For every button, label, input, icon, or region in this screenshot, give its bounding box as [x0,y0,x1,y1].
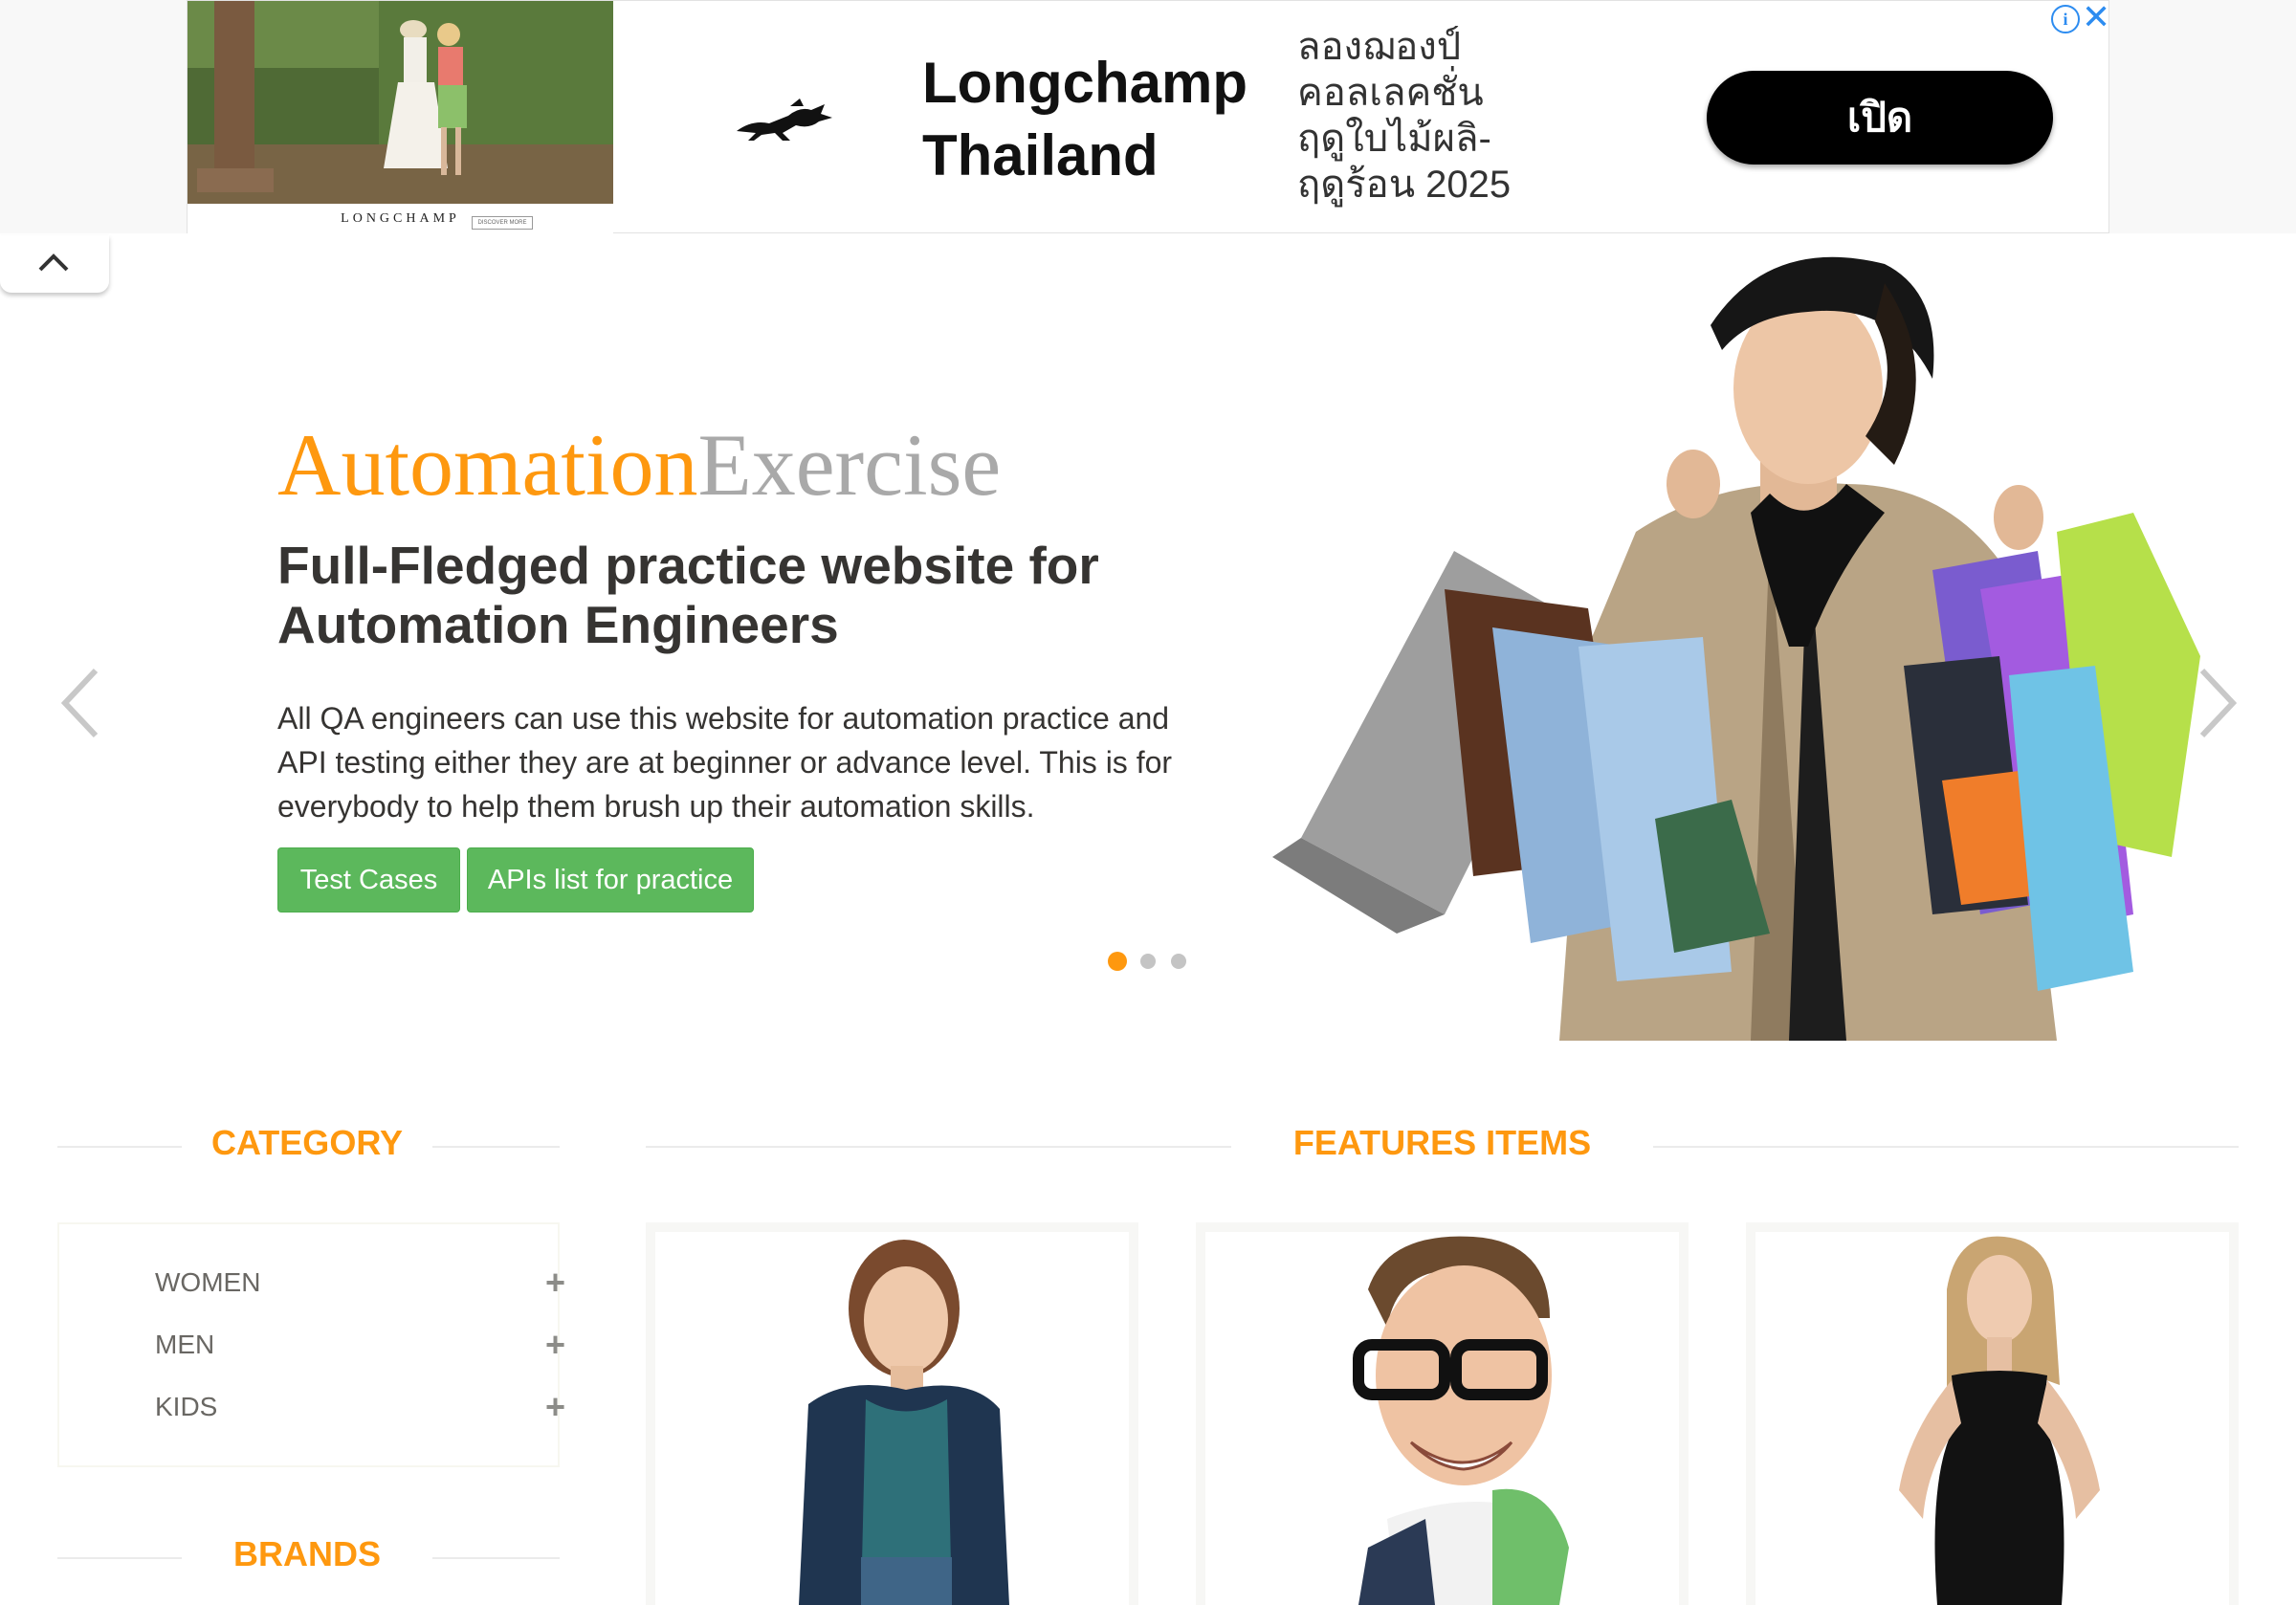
title-divider [57,1557,182,1559]
chevron-up-icon [38,253,69,272]
category-item-women[interactable]: WOMEN + [155,1259,576,1307]
product-image [655,1232,1129,1605]
category-item-men[interactable]: MEN + [155,1321,576,1369]
title-divider [646,1146,1231,1148]
slider-heading: Full-Fledged practice website for Automa… [277,536,1099,654]
ad-copy-line: ลองฌองป์ [1297,26,1462,68]
slider-next-button[interactable] [2197,665,2241,746]
category-label: KIDS [155,1392,218,1421]
ad-collapse-button[interactable] [0,235,109,293]
close-icon[interactable]: ✕ [2082,0,2110,34]
horse-rider-icon [733,97,838,147]
brands-title: BRANDS [232,1534,381,1573]
title-divider [57,1146,182,1148]
title-divider [1653,1146,2239,1148]
category-item-kids[interactable]: KIDS + [155,1383,576,1431]
apis-list-button[interactable]: APIs list for practice [467,847,754,912]
ad-photo-discover: DISCOVER MORE [472,216,533,230]
category-title: CATEGORY [210,1123,403,1162]
category-label: MEN [155,1330,215,1359]
ad-photo[interactable]: LONGCHAMP DISCOVER MORE [188,1,613,234]
category-label: WOMEN [155,1267,261,1297]
slider-indicator-3[interactable] [1171,954,1186,969]
test-cases-button[interactable]: Test Cases [277,847,460,912]
slider-description: All QA engineers can use this website fo… [277,701,1173,824]
ad-copy-line: คอลเลคชั่น [1297,72,1484,114]
chevron-left-icon [60,668,99,738]
ad-photo-wordmark: LONGCHAMP [341,211,460,226]
product-card[interactable] [646,1222,1138,1605]
site-title: AutomationExercise [277,417,1001,513]
site-title-automation: Automation [277,416,698,514]
chevron-right-icon [2199,668,2238,738]
ad-frame[interactable]: LONGCHAMP DISCOVER MORE Longchamp Thaila… [187,0,2110,234]
title-divider [432,1146,560,1148]
product-image [1755,1232,2229,1605]
plus-icon[interactable]: + [545,1321,565,1369]
ad-banner: LONGCHAMP DISCOVER MORE Longchamp Thaila… [0,0,2296,234]
ad-brand-name[interactable]: Longchamp Thailand [922,47,1247,192]
ad-copy-line: ฤดูใบไม้ผลิ- [1297,118,1491,160]
slider-prev-button[interactable] [57,665,101,746]
hero-image [1272,245,2200,1045]
plus-icon[interactable]: + [545,1259,565,1307]
ad-brand-line: Longchamp [922,51,1247,115]
slider-indicator-2[interactable] [1140,954,1156,969]
ad-copy: ลองฌองป์ คอลเลคชั่น ฤดูใบไม้ผลิ- ฤดูร้อน… [1297,24,1546,208]
product-card[interactable] [1746,1222,2239,1605]
info-icon[interactable]: i [2051,5,2080,33]
product-card[interactable] [1196,1222,1689,1605]
site-title-exercise: Exercise [697,416,1002,514]
plus-icon[interactable]: + [545,1383,565,1431]
ad-brand-line: Thailand [922,123,1159,187]
ad-open-button[interactable]: เปิด [1707,71,2053,165]
category-panel: WOMEN + MEN + KIDS + [57,1222,565,1467]
slider-indicator-1[interactable] [1108,952,1127,971]
title-divider [432,1557,560,1559]
features-items-title: FEATURES ITEMS [1292,1123,1592,1162]
product-image [1205,1232,1679,1605]
ad-copy-line: ฤดูร้อน 2025 [1297,164,1512,206]
